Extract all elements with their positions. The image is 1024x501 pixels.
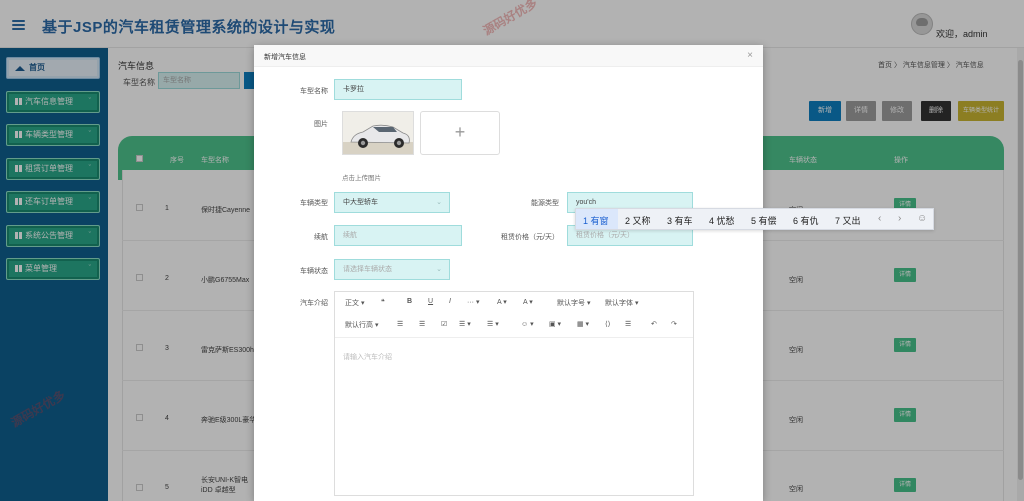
image-label: 图片	[314, 121, 328, 128]
line-height-dropdown[interactable]: 默认行高 ▾	[345, 320, 378, 330]
ime-candidate[interactable]: 2 又称	[625, 214, 651, 227]
editor-toolbar-row-1: 正文 ▾ ❝ B U I ··· ▾ A ▾ A ▾ 默认字号 ▾ 默认字体 ▾	[335, 292, 693, 314]
font-size-dropdown[interactable]: 默认字号 ▾	[557, 298, 590, 308]
ime-candidate[interactable]: 7 又出	[835, 214, 861, 227]
italic-icon[interactable]: I	[449, 298, 451, 305]
undo-icon[interactable]: ↶	[651, 320, 657, 328]
font-color-dropdown[interactable]: A ▾	[497, 298, 507, 306]
ime-candidate[interactable]: 1 有窗	[583, 214, 609, 227]
emoji-icon[interactable]: ☺	[917, 213, 927, 224]
quote-icon[interactable]: ❝	[381, 298, 385, 306]
dialog-title: 新增汽车信息	[264, 54, 306, 61]
upload-hint: 点击上传图片	[342, 175, 381, 182]
editor-placeholder: 请输入汽车介绍	[343, 354, 392, 361]
ime-prev-page-icon[interactable]: ‹	[878, 213, 881, 224]
vehicle-status-label: 车辆状态	[300, 268, 328, 275]
numbered-list-icon[interactable]: ☰	[419, 320, 425, 328]
ime-candidate[interactable]: 5 有偿	[751, 214, 777, 227]
font-family-dropdown[interactable]: 默认字体 ▾	[605, 298, 638, 308]
vehicle-type-select[interactable]: 中大型轿车 ⌄	[334, 192, 450, 213]
car-intro-label: 汽车介绍	[300, 300, 328, 307]
bold-icon[interactable]: B	[407, 298, 412, 305]
chevron-down-icon: ⌄	[436, 266, 442, 273]
image-dropdown[interactable]: ▣ ▾	[549, 320, 561, 328]
table-dropdown[interactable]: ▦ ▾	[577, 320, 589, 328]
rental-price-label: 租赁价格（元/天）	[501, 234, 559, 241]
ime-candidate[interactable]: 6 有仇	[793, 214, 819, 227]
emoji-dropdown[interactable]: ☺ ▾	[521, 320, 534, 328]
model-name-input[interactable]: 卡罗拉	[334, 79, 462, 100]
model-name-label: 车型名称	[300, 88, 328, 95]
ime-candidate[interactable]: 3 有车	[667, 214, 693, 227]
paragraph-style-dropdown[interactable]: 正文 ▾	[345, 298, 364, 308]
range-input[interactable]: 续航	[334, 225, 462, 246]
range-label: 续航	[314, 234, 328, 241]
more-styles-dropdown[interactable]: ··· ▾	[467, 298, 479, 306]
indent-dropdown[interactable]: ☰ ▾	[487, 320, 499, 328]
redo-icon[interactable]: ↷	[671, 320, 677, 328]
vehicle-status-select[interactable]: 请选择车辆状态 ⌄	[334, 259, 450, 280]
chevron-down-icon: ⌄	[436, 199, 442, 206]
bullet-list-icon[interactable]: ☰	[397, 320, 403, 328]
add-car-dialog: 新增汽车信息 × 车型名称 卡罗拉 图片 + 点击上传图片 车辆类型 中大型轿车…	[254, 45, 763, 501]
background-color-dropdown[interactable]: A ▾	[523, 298, 533, 306]
vehicle-type-label: 车辆类型	[300, 200, 328, 207]
dialog-header: 新增汽车信息 ×	[254, 45, 763, 67]
code-icon[interactable]: ⟨⟩	[605, 320, 610, 328]
ime-candidate[interactable]: 4 忧愁	[709, 214, 735, 227]
align-dropdown[interactable]: ☰ ▾	[459, 320, 471, 328]
divider-icon[interactable]: ☰	[625, 320, 631, 328]
close-icon[interactable]: ×	[747, 50, 753, 61]
underline-icon[interactable]: U	[428, 298, 433, 305]
ime-candidate-bar: 1 有窗 2 又称 3 有车 4 忧愁 5 有偿 6 有仇 7 又出 ‹ › ☺	[575, 208, 934, 230]
editor-toolbar-row-2: 默认行高 ▾ ☰ ☰ ☑ ☰ ▾ ☰ ▾ ☺ ▾ ▣ ▾ ▦ ▾ ⟨⟩ ☰ ↶ …	[335, 314, 693, 336]
ime-next-page-icon[interactable]: ›	[898, 213, 901, 224]
editor-text-area[interactable]: 请输入汽车介绍	[335, 337, 693, 495]
car-image-thumbnail[interactable]	[342, 111, 414, 155]
car-photo	[343, 112, 413, 154]
upload-add-button[interactable]: +	[420, 111, 500, 155]
energy-type-label: 能源类型	[531, 200, 559, 207]
rich-text-editor: 正文 ▾ ❝ B U I ··· ▾ A ▾ A ▾ 默认字号 ▾ 默认字体 ▾…	[334, 291, 694, 496]
todo-list-icon[interactable]: ☑	[441, 320, 447, 328]
